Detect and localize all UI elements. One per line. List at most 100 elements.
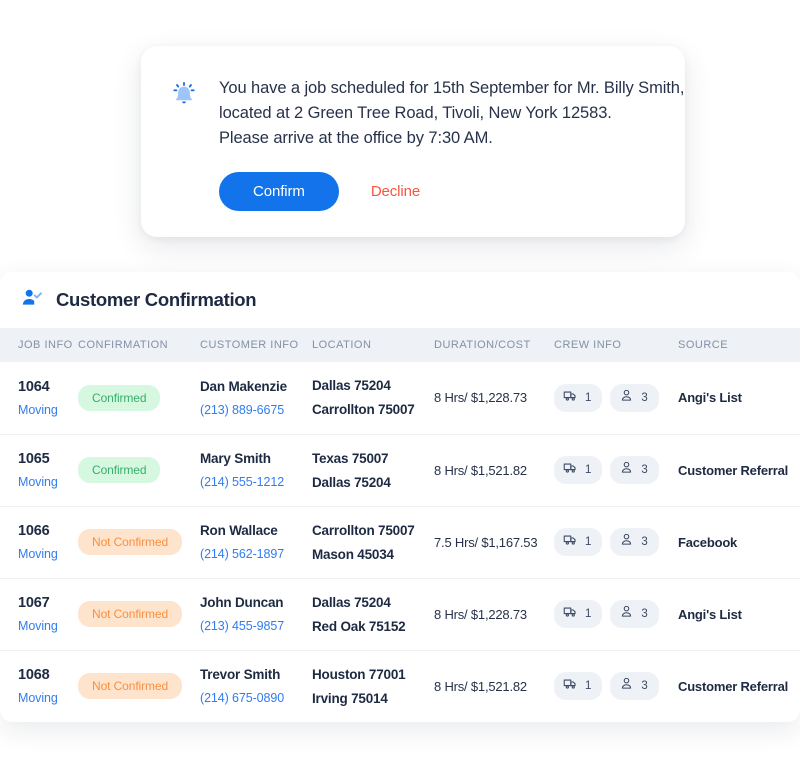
cell-customer-info: Ron Wallace (214) 562-1897 — [200, 505, 312, 578]
crew-count-badge: 3 — [610, 528, 659, 556]
customer-phone[interactable]: (213) 455-9857 — [200, 619, 312, 633]
cell-crew-info: 1 3 — [554, 577, 678, 650]
cell-location: Dallas 75204 Carrollton 75007 — [312, 362, 434, 434]
crew-badges: 1 3 — [554, 672, 678, 701]
duration-cost: 8 Hrs/ $1,521.82 — [434, 462, 527, 478]
decline-button[interactable]: Decline — [353, 172, 438, 211]
customer-name: Trevor Smith — [200, 667, 281, 683]
cell-confirmation: Not Confirmed — [78, 577, 200, 650]
customer-name: Mary Smith — [200, 451, 271, 466]
location-destination: Mason 45034 — [312, 546, 394, 562]
truck-count-badge: 1 — [554, 456, 603, 484]
crew-count-badge: 3 — [610, 600, 659, 628]
cell-duration-cost: 8 Hrs/ $1,228.73 — [434, 577, 554, 650]
crew-count: 3 — [641, 464, 648, 476]
cell-crew-info: 1 3 — [554, 649, 678, 722]
job-type: Moving — [18, 547, 58, 561]
cell-job-info: 1066 Moving — [0, 505, 78, 578]
cell-source: Customer Referral — [678, 433, 800, 506]
truck-count: 1 — [585, 680, 592, 693]
truck-count-badge: 1 — [554, 672, 603, 701]
customer-name: Dan Makenzie — [200, 378, 287, 394]
table-row[interactable]: 1065 Moving Confirmed Mary Smith (214) 5… — [0, 433, 800, 506]
table-row[interactable]: 1067 Moving Not Confirmed John Duncan (2… — [0, 577, 800, 650]
truck-count: 1 — [585, 536, 592, 548]
duration-cost: 8 Hrs/ $1,228.73 — [434, 606, 527, 622]
confirm-button[interactable]: Confirm — [219, 172, 339, 211]
source-name: Customer Referral — [678, 678, 789, 694]
job-id: 1066 — [18, 523, 50, 539]
crew-badges: 1 3 — [554, 600, 678, 628]
cell-confirmation: Not Confirmed — [78, 505, 200, 578]
customer-confirmation-card: Customer Confirmation JOB INFO CONFIRMAT… — [0, 272, 800, 722]
table-head: JOB INFO CONFIRMATION CUSTOMER INFO LOCA… — [0, 328, 800, 362]
person-icon — [619, 388, 634, 408]
crew-count: 3 — [641, 536, 648, 548]
notification-line-2: located at 2 Green Tree Road, Tivoli, Ne… — [219, 104, 612, 122]
table-row[interactable]: 1066 Moving Not Confirmed Ron Wallace (2… — [0, 505, 800, 578]
truck-count-badge: 1 — [554, 383, 603, 412]
customer-confirmation-table: JOB INFO CONFIRMATION CUSTOMER INFO LOCA… — [0, 328, 800, 722]
person-icon — [619, 676, 634, 696]
cell-location: Texas 75007 Dallas 75204 — [312, 433, 434, 506]
column-header-source: SOURCE — [678, 339, 729, 351]
customer-name: Ron Wallace — [200, 523, 278, 538]
truck-count-badge: 1 — [554, 600, 603, 628]
crew-count-badge: 3 — [610, 456, 659, 484]
truck-count-badge: 1 — [554, 528, 603, 556]
cell-duration-cost: 8 Hrs/ $1,521.82 — [434, 649, 554, 722]
customer-phone[interactable]: (214) 555-1212 — [200, 475, 312, 489]
cell-crew-info: 1 3 — [554, 505, 678, 578]
cell-location: Houston 77001 Irving 75014 — [312, 649, 434, 722]
customer-phone[interactable]: (214) 675-0890 — [200, 691, 312, 705]
crew-count: 3 — [641, 391, 648, 404]
location-destination: Irving 75014 — [312, 690, 388, 706]
truck-icon — [563, 460, 578, 480]
cell-confirmation: Confirmed — [78, 362, 200, 434]
duration-cost: 8 Hrs/ $1,521.82 — [434, 678, 527, 694]
location-destination: Carrollton 75007 — [312, 402, 415, 418]
customer-name: John Duncan — [200, 595, 284, 610]
customer-phone[interactable]: (214) 562-1897 — [200, 547, 312, 561]
location-origin: Dallas 75204 — [312, 594, 391, 610]
cell-source: Customer Referral — [678, 649, 800, 722]
cell-source: Angi's List — [678, 362, 800, 434]
status-badge: Confirmed — [78, 384, 161, 411]
crew-count: 3 — [641, 608, 648, 620]
location-destination: Dallas 75204 — [312, 474, 391, 490]
cell-job-info: 1064 Moving — [0, 362, 78, 434]
cell-customer-info: Trevor Smith (214) 675-0890 — [200, 649, 312, 722]
cell-crew-info: 1 3 — [554, 362, 678, 434]
column-header-customer-info: CUSTOMER INFO — [200, 339, 299, 351]
column-header-confirmation: CONFIRMATION — [78, 339, 169, 351]
notification-line-1: You have a job scheduled for 15th Septem… — [219, 79, 685, 97]
job-id: 1067 — [18, 595, 50, 611]
source-name: Facebook — [678, 534, 738, 550]
job-type: Moving — [18, 402, 58, 417]
job-id: 1068 — [18, 667, 50, 684]
cell-customer-info: Dan Makenzie (213) 889-6675 — [200, 362, 312, 434]
notification-actions: Confirm Decline — [219, 172, 684, 211]
cell-source: Angi's List — [678, 577, 800, 650]
location-origin: Dallas 75204 — [312, 378, 391, 394]
status-badge: Not Confirmed — [78, 529, 183, 555]
column-header-crew-info: CREW INFO — [554, 339, 622, 351]
column-header-duration-cost: DURATION/COST — [434, 339, 531, 351]
crew-count: 3 — [641, 680, 648, 693]
user-check-icon — [20, 286, 44, 315]
job-type: Moving — [18, 691, 58, 706]
table-row[interactable]: 1064 Moving Confirmed Dan Makenzie (213)… — [0, 362, 800, 434]
notification-card: You have a job scheduled for 15th Septem… — [141, 46, 685, 237]
table-row[interactable]: 1068 Moving Not Confirmed Trevor Smith (… — [0, 649, 800, 722]
customer-phone[interactable]: (213) 889-6675 — [200, 403, 312, 417]
location-destination: Red Oak 75152 — [312, 618, 406, 634]
page-title: Customer Confirmation — [56, 289, 257, 310]
job-id: 1064 — [18, 378, 50, 395]
cell-customer-info: Mary Smith (214) 555-1212 — [200, 433, 312, 506]
truck-icon — [563, 676, 578, 696]
status-badge: Not Confirmed — [78, 601, 183, 627]
cell-confirmation: Confirmed — [78, 433, 200, 506]
source-name: Angi's List — [678, 606, 742, 622]
cell-crew-info: 1 3 — [554, 433, 678, 506]
crew-badges: 1 3 — [554, 456, 678, 484]
